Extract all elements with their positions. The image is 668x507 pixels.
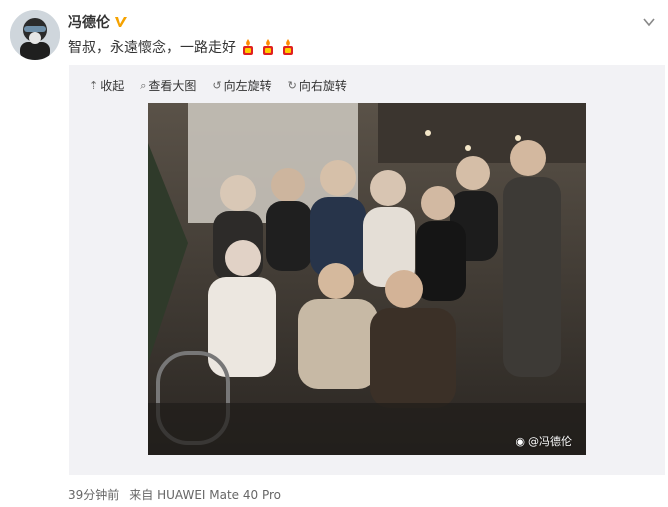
username-row: 冯德伦 [68, 12, 128, 32]
group-photo [148, 103, 586, 455]
post-body: 智叔，永遠懷念，一路走好 [68, 40, 236, 56]
post-source: 来自 HUAWEI Mate 40 Pro [129, 488, 281, 502]
weibo-icon: ◉ [515, 434, 525, 448]
chevron-down-icon[interactable] [642, 14, 656, 28]
rotate-left-icon: ↺ [212, 79, 222, 92]
watermark-text: @冯德伦 [528, 435, 572, 448]
candle-icon [260, 38, 276, 56]
photo-watermark: ◉ @冯德伦 [515, 433, 572, 449]
media-viewer: ⇡ 收起 ⌕ 查看大图 ↺ 向左旋转 ↻ 向右旋转 ◉ @冯德伦 [69, 65, 665, 475]
rotate-left-button[interactable]: ↺ 向左旋转 [212, 77, 271, 94]
view-large-button[interactable]: ⌕ 查看大图 [140, 77, 196, 94]
media-toolbar: ⇡ 收起 ⌕ 查看大图 ↺ 向左旋转 ↻ 向右旋转 [89, 77, 347, 94]
verified-v-icon [114, 15, 128, 29]
post-meta: 39分钟前 来自 HUAWEI Mate 40 Pro [68, 486, 281, 503]
rotate-right-button[interactable]: ↻ 向右旋转 [288, 77, 347, 94]
view-large-label: 查看大图 [148, 79, 197, 93]
collapse-label: 收起 [100, 79, 125, 93]
post-time[interactable]: 39分钟前 [68, 486, 119, 503]
rotate-right-label: 向右旋转 [298, 79, 347, 93]
avatar-image [10, 10, 60, 60]
arrow-up-icon: ⇡ [89, 79, 99, 92]
username[interactable]: 冯德伦 [68, 12, 110, 32]
post-text: 智叔，永遠懷念，一路走好 [68, 37, 296, 57]
candle-icon [280, 38, 296, 56]
post-photo[interactable]: ◉ @冯德伦 [148, 103, 586, 455]
rotate-left-label: 向左旋转 [223, 79, 272, 93]
candle-icon [240, 38, 256, 56]
collapse-button[interactable]: ⇡ 收起 [89, 77, 124, 94]
avatar[interactable] [10, 10, 60, 60]
rotate-right-icon: ↻ [287, 79, 297, 92]
magnifier-icon: ⌕ [140, 78, 147, 92]
